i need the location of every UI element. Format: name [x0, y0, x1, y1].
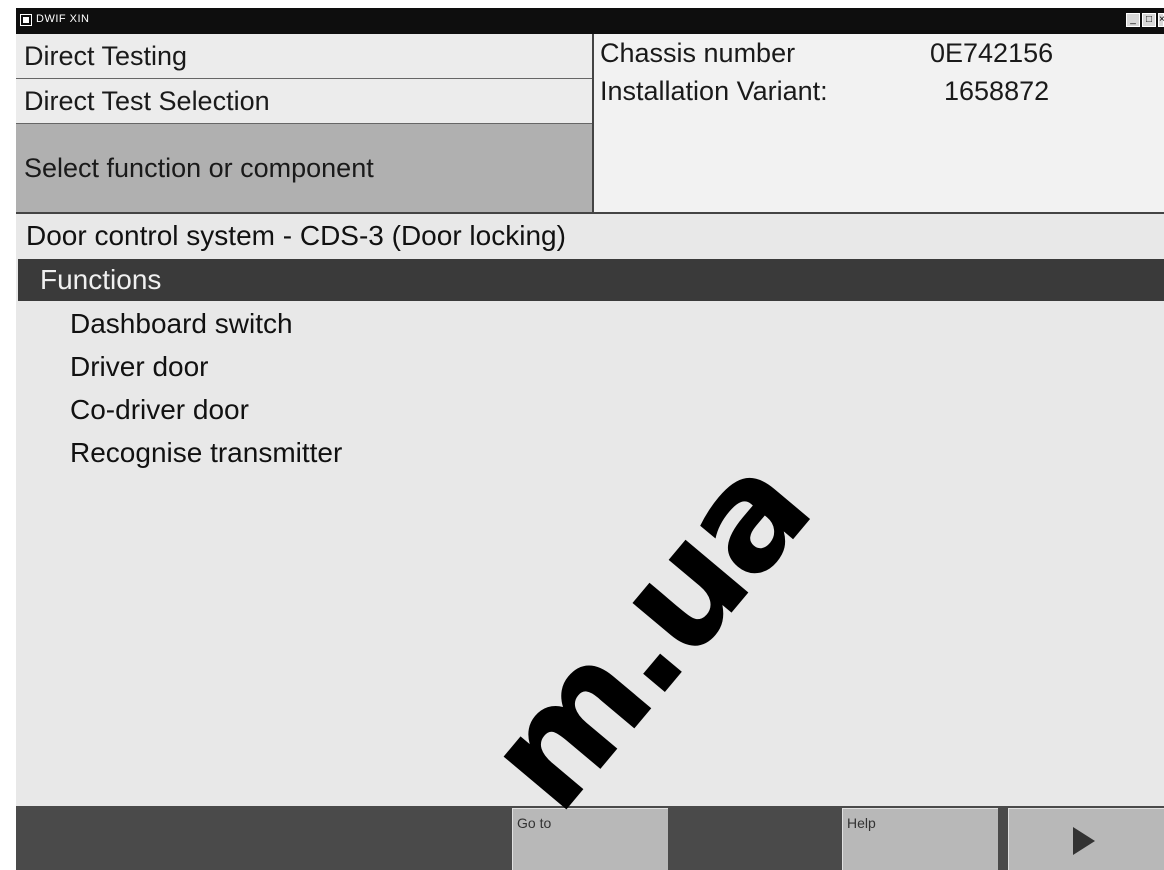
help-button[interactable]: Help [842, 808, 998, 870]
list-item-recognise-transmitter[interactable]: Recognise transmitter [70, 437, 342, 469]
bottom-toolbar: Go to Help [16, 806, 1164, 870]
goto-button[interactable]: Go to [512, 808, 668, 870]
installation-variant-value: 1658872 [944, 76, 1050, 106]
app-icon [20, 14, 32, 26]
minimize-icon[interactable]: _ [1126, 13, 1140, 27]
functions-header[interactable]: Functions [18, 259, 1164, 301]
breadcrumb-direct-test-selection[interactable]: Direct Test Selection [16, 79, 592, 124]
list-item-dashboard-switch[interactable]: Dashboard switch [70, 308, 293, 340]
watermark: m.ua [452, 425, 842, 842]
app-window: DWIF XIN _ □ × Direct Testing Direct Tes… [16, 8, 1164, 870]
breadcrumb-panel: Direct Testing Direct Test Selection Sel… [16, 34, 594, 212]
chassis-number-label: Chassis number [600, 38, 796, 68]
list-item-co-driver-door[interactable]: Co-driver door [70, 394, 249, 426]
title-bar: DWIF XIN _ □ × [16, 8, 1164, 34]
breadcrumb-direct-testing[interactable]: Direct Testing [16, 34, 592, 79]
installation-variant-label: Installation Variant: [600, 76, 828, 106]
list-item-driver-door[interactable]: Driver door [70, 351, 208, 383]
close-icon[interactable]: × [1158, 13, 1164, 27]
instruction-text: Select function or component [16, 124, 592, 212]
maximize-icon[interactable]: □ [1142, 13, 1156, 27]
goto-button-label: Go to [517, 815, 552, 831]
system-title: Door control system - CDS-3 (Door lockin… [26, 220, 566, 251]
help-button-label: Help [847, 815, 876, 831]
header-divider [16, 212, 1164, 214]
window-title: DWIF XIN [36, 13, 90, 25]
play-arrow-icon [1073, 827, 1095, 855]
vehicle-info-panel: Chassis number 0E742156 Installation Var… [594, 34, 1164, 212]
chassis-number-value: 0E742156 [930, 38, 1054, 68]
next-button[interactable] [1008, 808, 1164, 870]
